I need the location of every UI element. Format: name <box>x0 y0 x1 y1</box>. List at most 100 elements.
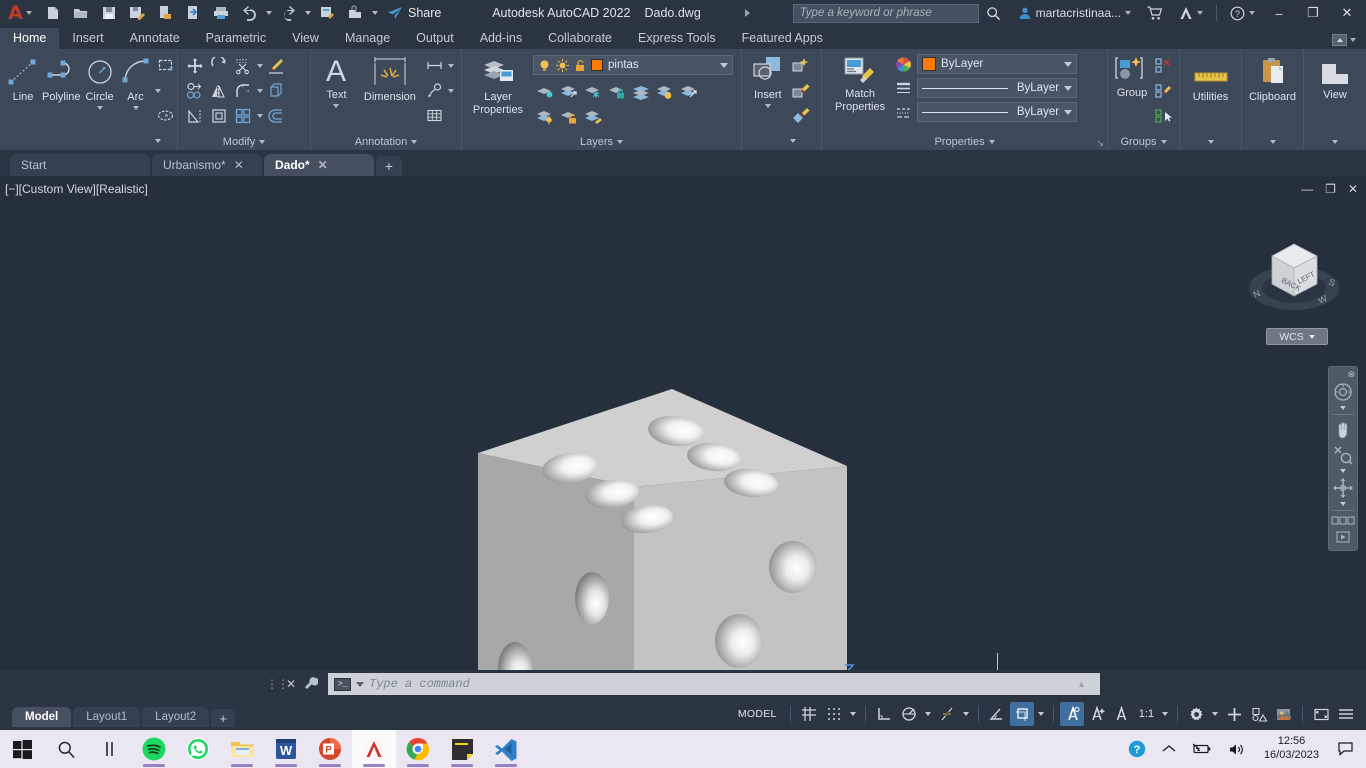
layer-turn-all-on-button[interactable] <box>677 79 701 104</box>
annotation-visibility-button[interactable] <box>1059 702 1084 726</box>
doc-tab-dado[interactable]: Dado* ✕ <box>264 154 374 176</box>
taskbar-whatsapp-button[interactable] <box>176 730 220 768</box>
zoom-dropdown[interactable] <box>1331 467 1355 475</box>
battery-button[interactable] <box>1185 730 1219 768</box>
snap-mode-button[interactable] <box>822 702 846 726</box>
command-input[interactable]: >_ Type a command ▲ <box>328 673 1100 695</box>
layer-thaw-all-button[interactable] <box>533 104 557 129</box>
tab-view[interactable]: View <box>279 28 332 49</box>
copy-button[interactable] <box>183 78 207 103</box>
help-button[interactable]: ? <box>1225 1 1260 25</box>
clipboard-button[interactable]: Clipboard <box>1247 55 1298 106</box>
steering-wheel-button[interactable] <box>1330 379 1356 404</box>
object-color-dropdown[interactable]: ByLayer <box>917 54 1078 74</box>
insert-dropdown-icon[interactable] <box>764 103 771 108</box>
wcs-dropdown[interactable]: WCS <box>1266 328 1328 345</box>
redo-button[interactable] <box>275 1 301 25</box>
panel-title-layers[interactable]: Layers <box>462 135 741 150</box>
table-button[interactable] <box>423 103 447 128</box>
trim-dropdown[interactable] <box>255 53 264 78</box>
tab-home[interactable]: Home <box>0 28 60 49</box>
tab-add-ins[interactable]: Add-ins <box>467 28 535 49</box>
layer-match-button[interactable] <box>581 104 605 129</box>
layout-tab-layout2[interactable]: Layout2 <box>142 707 210 727</box>
autodesk-apps-button[interactable] <box>1174 1 1208 25</box>
workspace-switching-button[interactable] <box>1184 702 1208 726</box>
title-expand-icon[interactable] <box>744 9 750 17</box>
object-snap-tracking-button[interactable] <box>935 702 959 726</box>
array-dropdown[interactable] <box>255 103 264 128</box>
orbit-button[interactable] <box>1330 475 1356 500</box>
arc-button[interactable]: Arc <box>118 53 154 112</box>
grid-display-button[interactable] <box>797 702 821 726</box>
command-history-expand-icon[interactable]: ▲ <box>1077 679 1086 689</box>
hardware-acceleration-button[interactable] <box>1247 702 1271 726</box>
mirror-button[interactable] <box>207 78 231 103</box>
panel-title-properties[interactable]: Properties <box>822 135 1107 150</box>
panel-title-modify[interactable]: Modify <box>178 135 310 150</box>
panel-title-groups[interactable]: Groups <box>1108 135 1179 150</box>
taskbar-sticky-notes-button[interactable] <box>440 730 484 768</box>
rotate-button[interactable] <box>207 53 231 78</box>
text-button[interactable]: A Text <box>316 53 357 110</box>
object-snap-button[interactable] <box>985 702 1009 726</box>
annotation-scale-dropdown[interactable] <box>1159 702 1171 726</box>
leader-dropdown[interactable] <box>447 78 456 103</box>
circle-dropdown-icon[interactable] <box>96 105 103 110</box>
help-support-tray-button[interactable]: ? <box>1121 730 1153 768</box>
search-button[interactable] <box>979 0 1009 26</box>
share-button[interactable]: Share <box>379 1 449 25</box>
layer-isolate-button[interactable] <box>533 79 557 104</box>
lineweight-dropdown[interactable]: ByLayer <box>917 78 1078 98</box>
batch-plot-button[interactable] <box>314 1 340 25</box>
linetype-dropdown[interactable]: ByLayer <box>917 102 1078 122</box>
taskbar-chrome-button[interactable] <box>396 730 440 768</box>
navbar-close-icon[interactable]: ⊗ <box>1347 369 1355 380</box>
drawing-canvas[interactable]: [−][Custom View][Realistic] — ❐ ✕ N S W … <box>0 176 1366 670</box>
account-button[interactable]: martacristinaa... <box>1013 1 1136 25</box>
save-button[interactable] <box>96 1 122 25</box>
panel-title-view[interactable] <box>1304 135 1366 150</box>
redo-dropdown[interactable] <box>303 1 312 26</box>
steering-wheel-dropdown[interactable] <box>1331 404 1355 412</box>
group-selection-button[interactable] <box>1151 103 1175 128</box>
taskbar-autocad-button[interactable] <box>352 730 396 768</box>
chevron-down-icon[interactable] <box>356 681 364 687</box>
rectangle-dropdown[interactable] <box>154 78 163 103</box>
layer-freeze-button[interactable] <box>581 79 605 104</box>
scale-button[interactable] <box>207 103 231 128</box>
insert-block-button[interactable]: Insert <box>747 53 789 110</box>
edit-attribute-button[interactable] <box>789 103 813 128</box>
new-document-tab-button[interactable]: + <box>376 156 402 176</box>
tab-insert[interactable]: Insert <box>59 28 116 49</box>
taskbar-file-explorer-button[interactable] <box>220 730 264 768</box>
search-input[interactable]: Type a keyword or phrase <box>792 3 979 23</box>
explode-button[interactable] <box>264 78 288 103</box>
autoscale-button[interactable] <box>1085 702 1109 726</box>
start-button[interactable] <box>0 730 44 768</box>
annotation-monitor-button[interactable] <box>1110 702 1134 726</box>
array-button[interactable] <box>231 103 255 128</box>
tab-parametric[interactable]: Parametric <box>193 28 279 49</box>
zoom-button[interactable] <box>1330 442 1356 467</box>
minimize-window-button[interactable]: – <box>1264 0 1294 26</box>
restore-window-button[interactable]: ❐ <box>1298 0 1328 26</box>
layer-lock-button[interactable] <box>605 79 629 104</box>
polar-tracking-button[interactable] <box>897 702 921 726</box>
3d-object-snap-button[interactable] <box>1009 702 1034 726</box>
isolate-objects-button[interactable] <box>1222 702 1246 726</box>
fillet-button[interactable] <box>231 78 255 103</box>
showmotion-play-button[interactable] <box>1330 529 1356 545</box>
tab-featured-apps[interactable]: Featured Apps <box>729 28 836 49</box>
annotation-scale-selector[interactable]: 1:1 <box>1135 705 1158 723</box>
trim-button[interactable] <box>231 53 255 78</box>
rectangle-button[interactable] <box>154 53 178 78</box>
properties-dialog-launcher[interactable]: ↘ <box>1096 138 1104 149</box>
offset-button[interactable] <box>264 103 288 128</box>
notification-center-button[interactable] <box>1330 730 1362 768</box>
close-icon[interactable]: ✕ <box>318 158 328 172</box>
tab-manage[interactable]: Manage <box>332 28 403 49</box>
polar-dropdown[interactable] <box>922 702 934 726</box>
circle-button[interactable]: Circle <box>82 53 118 112</box>
showmotion-thumbnails[interactable] <box>1330 513 1356 529</box>
